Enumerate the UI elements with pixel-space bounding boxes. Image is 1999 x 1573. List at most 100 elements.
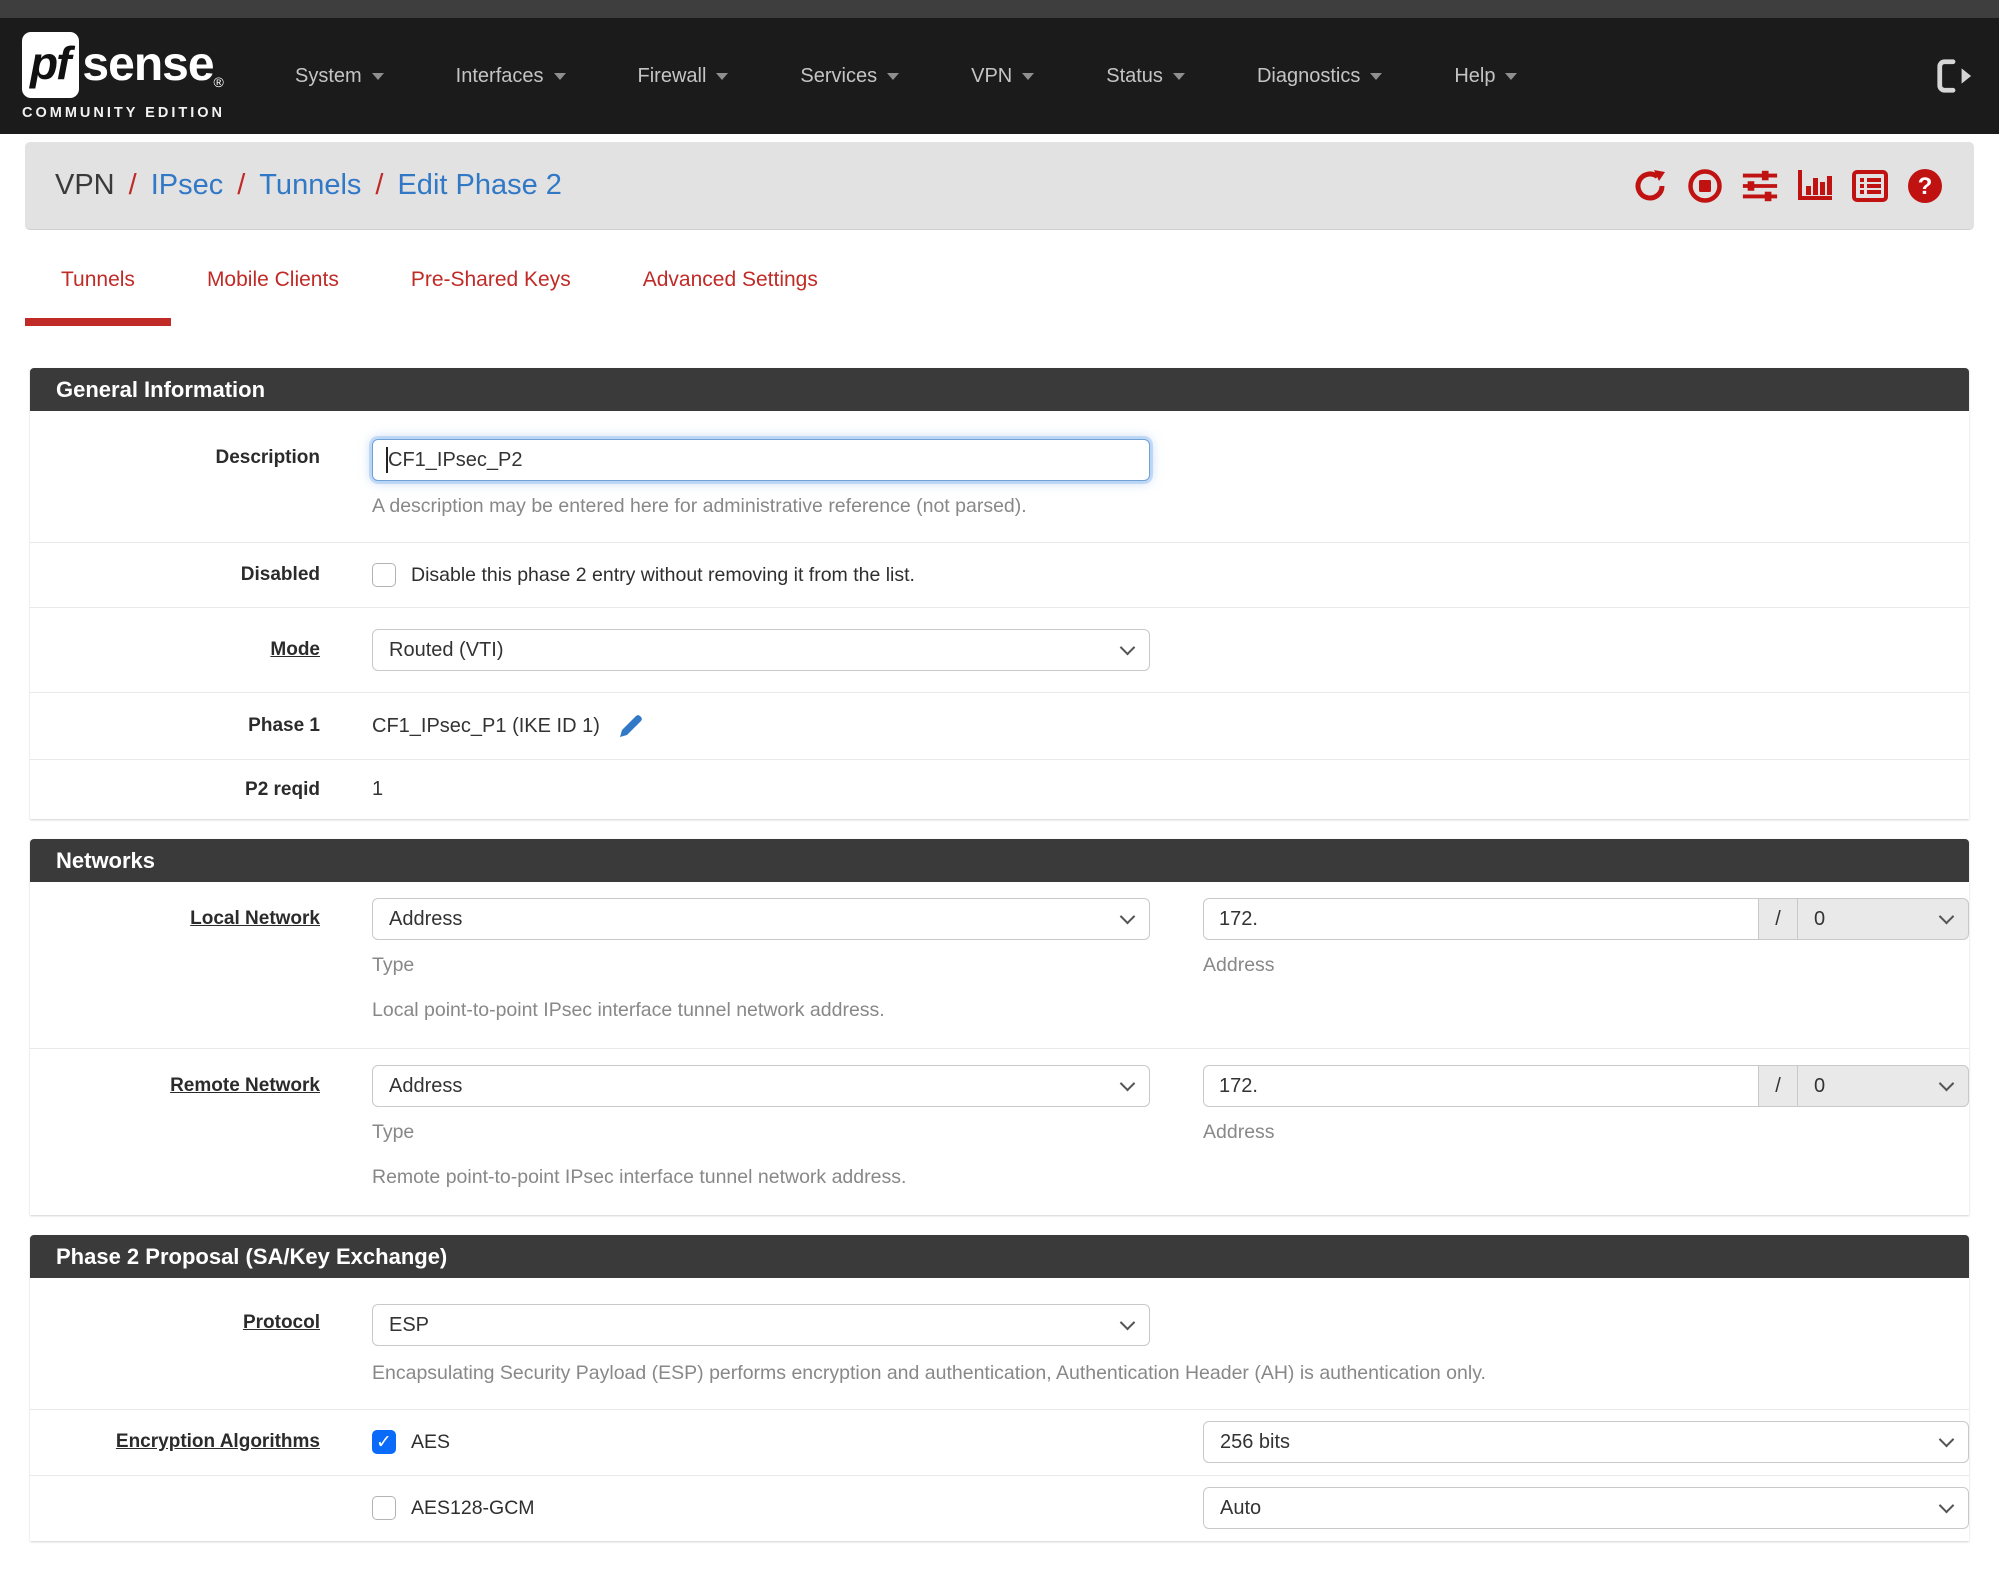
- nav-menu-firewall[interactable]: Firewall: [638, 65, 729, 88]
- chevron-down-icon: [1938, 1431, 1955, 1448]
- chevron-down-icon: [371, 72, 384, 80]
- navbar-menu: System Interfaces Firewall Services VPN …: [295, 64, 1518, 88]
- nav-menu-label: Firewall: [637, 64, 707, 87]
- breadcrumb-link-ipsec[interactable]: IPsec: [151, 169, 224, 202]
- aes128gcm-keylen-select[interactable]: Auto: [1203, 1487, 1969, 1529]
- help-icon[interactable]: ?: [1906, 167, 1944, 205]
- breadcrumb-root: VPN: [55, 169, 115, 201]
- logo-pf-mark: pf: [22, 31, 80, 98]
- pfsense-logo[interactable]: pf sense ® COMMUNITY EDITION: [22, 31, 225, 121]
- breadcrumb-separator: /: [237, 169, 246, 201]
- p2reqid-label: P2 reqid: [245, 778, 320, 800]
- mode-select-value: Routed (VTI): [389, 638, 504, 661]
- description-label: Description: [215, 447, 320, 468]
- mode-label: Mode: [270, 639, 320, 660]
- description-input[interactable]: [372, 439, 1150, 481]
- aes-checkbox[interactable]: [372, 1430, 396, 1454]
- nav-menu-vpn[interactable]: VPN: [971, 65, 1035, 88]
- ipsec-tabs: Tunnels Mobile Clients Pre-Shared Keys A…: [25, 268, 1974, 326]
- panel-header-general: General Information: [30, 368, 1969, 411]
- chevron-down-icon: [887, 72, 900, 80]
- aes-keylen-value: 256 bits: [1220, 1430, 1291, 1453]
- nav-menu-label: Status: [1106, 64, 1163, 87]
- nav-menu-help[interactable]: Help: [1454, 65, 1518, 88]
- panel-header-networks: Networks: [30, 839, 1969, 882]
- nav-menu-interfaces[interactable]: Interfaces: [456, 65, 566, 88]
- form-row-mode: Mode Routed (VTI): [30, 608, 1969, 693]
- slash-separator: /: [1758, 898, 1798, 940]
- tab-advanced-settings[interactable]: Advanced Settings: [607, 268, 854, 326]
- breadcrumb-link-edit-phase2[interactable]: Edit Phase 2: [397, 169, 561, 202]
- logo-registered-mark: ®: [213, 73, 224, 90]
- sliders-icon[interactable]: [1741, 167, 1779, 205]
- local-network-address-input[interactable]: [1203, 898, 1759, 940]
- aes128gcm-checkbox[interactable]: [372, 1496, 396, 1520]
- breadcrumb-link-tunnels[interactable]: Tunnels: [259, 169, 361, 202]
- chevron-down-icon: [553, 72, 566, 80]
- remote-network-prefix-value: 0: [1814, 1074, 1826, 1097]
- panel-header-phase2-proposal: Phase 2 Proposal (SA/Key Exchange): [30, 1235, 1969, 1278]
- list-icon[interactable]: [1851, 167, 1889, 205]
- chevron-down-icon: [1370, 72, 1383, 80]
- stop-circle-icon[interactable]: [1686, 167, 1724, 205]
- nav-menu-diagnostics[interactable]: Diagnostics: [1256, 64, 1383, 88]
- local-network-help: Local point-to-point IPsec interface tun…: [372, 999, 885, 1021]
- window-top-strip: [0, 0, 1999, 18]
- panel-general-information: General Information Description A descri…: [30, 368, 1969, 819]
- remote-network-address-input[interactable]: [1203, 1065, 1759, 1107]
- tab-pre-shared-keys[interactable]: Pre-Shared Keys: [375, 268, 607, 326]
- nav-menu-system[interactable]: System: [295, 65, 384, 88]
- chevron-down-icon: [1938, 908, 1955, 925]
- nav-menu-services[interactable]: Services: [800, 65, 900, 88]
- mode-select[interactable]: Routed (VTI): [372, 629, 1150, 671]
- main-navbar: pf sense ® COMMUNITY EDITION System Inte…: [0, 18, 1999, 134]
- local-network-type-caption: Type: [372, 954, 415, 976]
- form-row-protocol: Protocol ESP Encapsulating Security Payl…: [30, 1278, 1969, 1410]
- form-row-encryption-aes128gcm: AES128-GCM Auto: [30, 1476, 1969, 1541]
- remote-network-address-caption: Address: [1203, 1121, 1275, 1143]
- form-row-remote-network: Remote Network Address Type Remote point…: [30, 1049, 1969, 1215]
- protocol-select-value: ESP: [389, 1313, 430, 1336]
- pfsense-page: pf sense ® COMMUNITY EDITION System Inte…: [0, 0, 1999, 1573]
- tab-tunnels[interactable]: Tunnels: [25, 268, 171, 326]
- refresh-icon[interactable]: [1631, 167, 1669, 205]
- tab-label: Mobile Clients: [206, 268, 339, 291]
- remote-network-prefix-select[interactable]: 0: [1797, 1065, 1969, 1107]
- protocol-select[interactable]: ESP: [372, 1304, 1150, 1346]
- disabled-checkbox[interactable]: [372, 563, 396, 587]
- phase1-label: Phase 1: [248, 715, 320, 736]
- protocol-label: Protocol: [242, 1312, 320, 1333]
- logo-edition-text: COMMUNITY EDITION: [22, 104, 225, 121]
- form-row-phase1: Phase 1 CF1_IPsec_P1 (IKE ID 1): [30, 693, 1969, 760]
- nav-menu-label: Interfaces: [455, 64, 544, 87]
- bar-chart-icon[interactable]: [1796, 167, 1834, 205]
- tab-mobile-clients[interactable]: Mobile Clients: [171, 268, 375, 326]
- disabled-checkbox-label: Disable this phase 2 entry without remov…: [411, 563, 915, 586]
- sign-out-icon[interactable]: [1935, 57, 1973, 95]
- aes-keylen-select[interactable]: 256 bits: [1203, 1421, 1969, 1463]
- nav-menu-label: Diagnostics: [1256, 64, 1361, 87]
- form-row-p2reqid: P2 reqid 1: [30, 760, 1969, 819]
- local-network-prefix-select[interactable]: 0: [1797, 898, 1969, 940]
- remote-network-type-select[interactable]: Address: [372, 1065, 1150, 1107]
- text-cursor: [386, 447, 388, 473]
- breadcrumb-bar: VPN / IPsec / Tunnels / Edit Phase 2 ?: [25, 142, 1974, 230]
- local-network-address-caption: Address: [1203, 954, 1275, 976]
- form-row-local-network: Local Network Address Type Local point-t…: [30, 882, 1969, 1049]
- panel-networks: Networks Local Network Address Type Loca…: [30, 839, 1969, 1215]
- local-network-type-value: Address: [389, 907, 463, 930]
- edit-pencil-icon[interactable]: [616, 711, 646, 741]
- description-help-text: A description may be entered here for ad…: [372, 495, 1027, 517]
- chevron-down-icon: [1505, 72, 1518, 80]
- slash-separator: /: [1758, 1065, 1798, 1107]
- chevron-down-icon: [1119, 639, 1136, 656]
- local-network-type-select[interactable]: Address: [372, 898, 1150, 940]
- breadcrumb: VPN / IPsec / Tunnels / Edit Phase 2: [55, 169, 562, 202]
- chevron-down-icon: [1172, 72, 1185, 80]
- disabled-label: Disabled: [240, 564, 320, 585]
- nav-menu-status[interactable]: Status: [1106, 65, 1185, 88]
- chevron-down-icon: [1938, 1497, 1955, 1514]
- page-toolbar: ?: [1631, 167, 1944, 205]
- breadcrumb-separator: /: [375, 169, 384, 201]
- chevron-down-icon: [1938, 1075, 1955, 1092]
